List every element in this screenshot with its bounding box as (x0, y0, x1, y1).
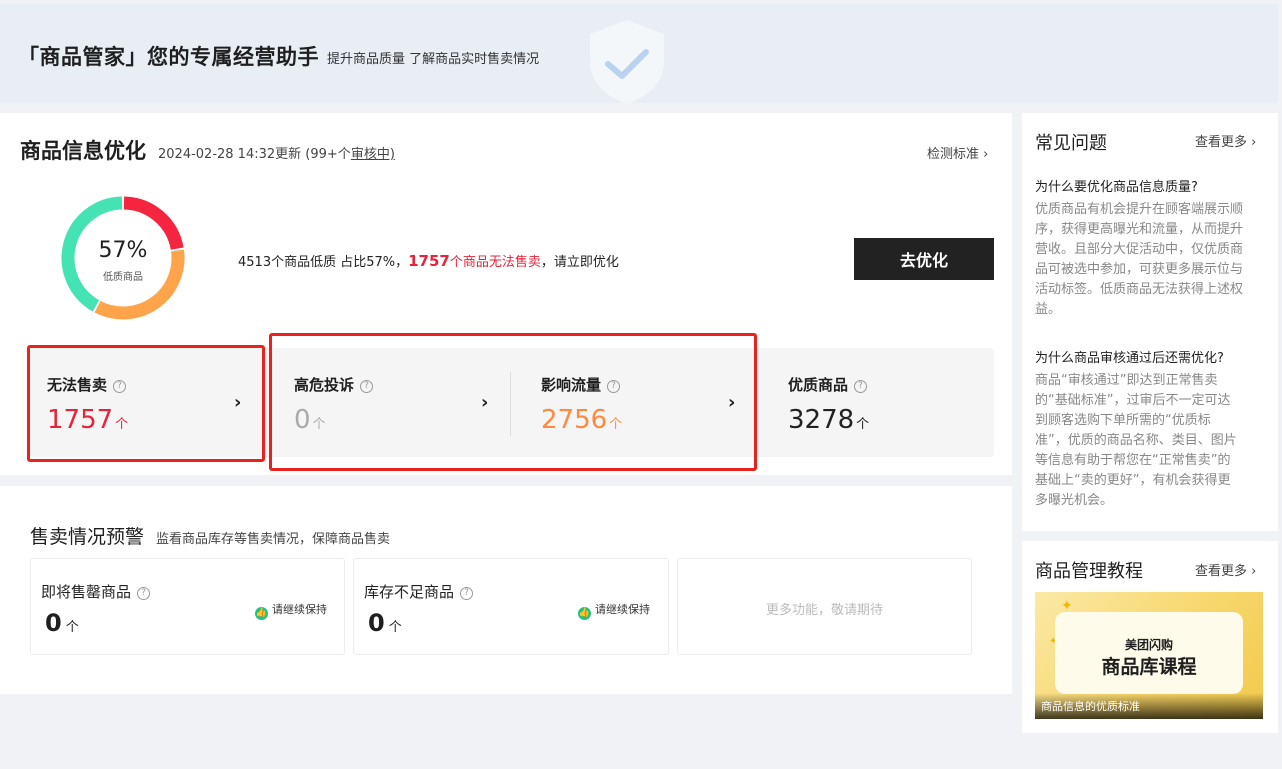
caption-text: 商品信息的优质标准 (1041, 700, 1140, 713)
tutorial-title: 商品管理教程 (1035, 561, 1143, 582)
tutorial-more-link[interactable]: 查看更多 › (1195, 560, 1256, 579)
warning-box-value: 0 (45, 609, 62, 637)
stat-title: 无法售卖 (47, 376, 108, 394)
banner-subtitle: 提升商品质量 了解商品实时售卖情况 (327, 52, 540, 67)
thumbs-up-icon: 👍 (578, 607, 591, 620)
stat-title: 高危投诉 (294, 376, 355, 394)
stat-title: 优质商品 (788, 376, 849, 394)
stat-unit: 个 (609, 417, 623, 432)
faq-answer: 商品“审核通过”即达到正常售卖 的“基础标准”，过审后不一定可达 到顾客选购下单… (1035, 371, 1263, 511)
warning-title: 售卖情况预警 (30, 526, 145, 548)
answer-line: 益。 (1035, 302, 1062, 317)
course-brand: 美团闪购 (1124, 638, 1173, 652)
answer-line: 到顾客选购下单所需的“优质标 (1035, 413, 1211, 428)
status-text: 请继续保持 (272, 603, 327, 616)
shield-check-icon (590, 20, 664, 104)
stat-value: 0 (294, 405, 311, 435)
faq-more-link[interactable]: 查看更多 › (1195, 131, 1256, 150)
answer-line: 序，获得更高曝光和流量，从而提升 (1035, 222, 1244, 237)
warning-box-value: 0 (368, 609, 385, 637)
answer-line: 等信息有助于帮您在“正常售卖”的 (1035, 453, 1231, 468)
optimize-title: 商品信息优化 (20, 139, 146, 163)
warning-box-low-stock: 库存不足商品? 0个 👍 请继续保持 (353, 558, 669, 655)
stat-unit: 个 (312, 417, 326, 432)
warning-subtitle: 监看商品库存等售卖情况，保障商品售卖 (156, 532, 391, 547)
stat-traffic-impact[interactable]: 影响流量? 2756 个 (541, 374, 622, 435)
answer-line: 准”，优质的商品名称、类目、图片 (1035, 433, 1237, 448)
answer-line: 优质商品有机会提升在顾客端展示顺 (1035, 202, 1244, 217)
chevron-right-icon[interactable]: › (234, 392, 241, 413)
help-icon[interactable]: ? (460, 587, 474, 600)
warning-box-title: 库存不足商品 (364, 583, 455, 601)
optimize-meta: 2024-02-28 14:32更新 (99+个审核中) (158, 143, 395, 162)
warning-box-coming-soon: 更多功能，敬请期待 (677, 558, 972, 655)
criteria-link[interactable]: 检测标准 › (927, 143, 988, 162)
optimize-button[interactable]: 去优化 (854, 238, 994, 280)
coming-soon-text: 更多功能，敬请期待 (765, 603, 883, 618)
stat-value: 1757 (47, 405, 114, 435)
stat-unit: 个 (856, 417, 870, 432)
help-icon[interactable]: ? (113, 380, 127, 393)
tutorial-thumbnail[interactable]: ✦ ✦ 美团闪购 商品库课程 商品信息的优质标准 (1035, 592, 1263, 719)
stat-unit: 个 (115, 417, 129, 432)
summary-count: 1757 (408, 252, 450, 270)
stat-unsellable[interactable]: 无法售卖? 1757 个 (47, 374, 128, 435)
thumbnail-caption: 商品信息的优质标准 (1035, 693, 1263, 719)
stat-divider (510, 372, 511, 436)
help-icon[interactable]: ? (360, 380, 374, 393)
summary-suffix: ，请立即优化 (540, 255, 619, 270)
summary-prefix: 4513个商品低质 占比57%， (238, 255, 409, 270)
warning-box-selling-out: 即将售罄商品? 0个 👍 请继续保持 (30, 558, 345, 655)
warning-box-title: 即将售罄商品 (41, 583, 132, 601)
answer-line: 品可被选中参加，可获更多展示位与 (1035, 262, 1244, 277)
donut-percent: 57% (98, 238, 148, 263)
stat-value: 2756 (541, 405, 608, 435)
thumbs-up-icon: 👍 (255, 607, 268, 620)
faq-question[interactable]: 为什么要优化商品信息质量? (1035, 176, 1198, 195)
answer-line: 多曝光机会。 (1035, 493, 1114, 508)
answer-line: 基础上“卖的更好”，有机会获得更 (1035, 473, 1231, 488)
review-count: (99+个 (305, 147, 351, 162)
donut-label: 低质商品 (103, 272, 143, 283)
faq-title: 常见问题 (1035, 133, 1107, 154)
review-link[interactable]: 审核中) (351, 147, 395, 162)
warning-box-unit: 个 (388, 620, 402, 635)
quality-summary: 4513个商品低质 占比57%，1757个商品无法售卖，请立即优化 (238, 251, 619, 270)
answer-line: 营收。且部分大促活动中，仅优质商 (1035, 242, 1244, 257)
answer-line: 商品“审核通过”即达到正常售卖 (1035, 373, 1218, 388)
faq-question[interactable]: 为什么商品审核通过后还需优化? (1035, 347, 1224, 366)
banner-title: 「商品管家」您的专属经营助手 (18, 45, 319, 69)
status-badge: 👍 请继续保持 (255, 601, 327, 620)
warning-box-unit: 个 (65, 620, 79, 635)
help-icon[interactable]: ? (137, 587, 151, 600)
answer-line: 活动标签。低质商品无法获得上述权 (1035, 282, 1244, 297)
status-badge: 👍 请继续保持 (578, 601, 650, 620)
course-title: 商品库课程 (1101, 656, 1197, 678)
chevron-right-icon[interactable]: › (481, 392, 488, 413)
stat-title: 影响流量 (541, 376, 602, 394)
stat-quality-products: 优质商品? 3278 个 (788, 374, 869, 435)
faq-answer: 优质商品有机会提升在顾客端展示顺 序，获得更高曝光和流量，从而提升 营收。且部分… (1035, 200, 1263, 320)
stat-value: 3278 (788, 405, 855, 435)
update-time: 2024-02-28 14:32更新 (158, 147, 302, 162)
stat-high-risk-complaints[interactable]: 高危投诉? 0个 (294, 374, 374, 435)
chevron-right-icon[interactable]: › (728, 392, 735, 413)
summary-red-text: 个商品无法售卖 (449, 255, 541, 270)
status-text: 请继续保持 (595, 603, 650, 616)
answer-line: 的“基础标准”，过审后不一定可达 (1035, 393, 1231, 408)
help-icon[interactable]: ? (854, 380, 868, 393)
help-icon[interactable]: ? (607, 380, 621, 393)
